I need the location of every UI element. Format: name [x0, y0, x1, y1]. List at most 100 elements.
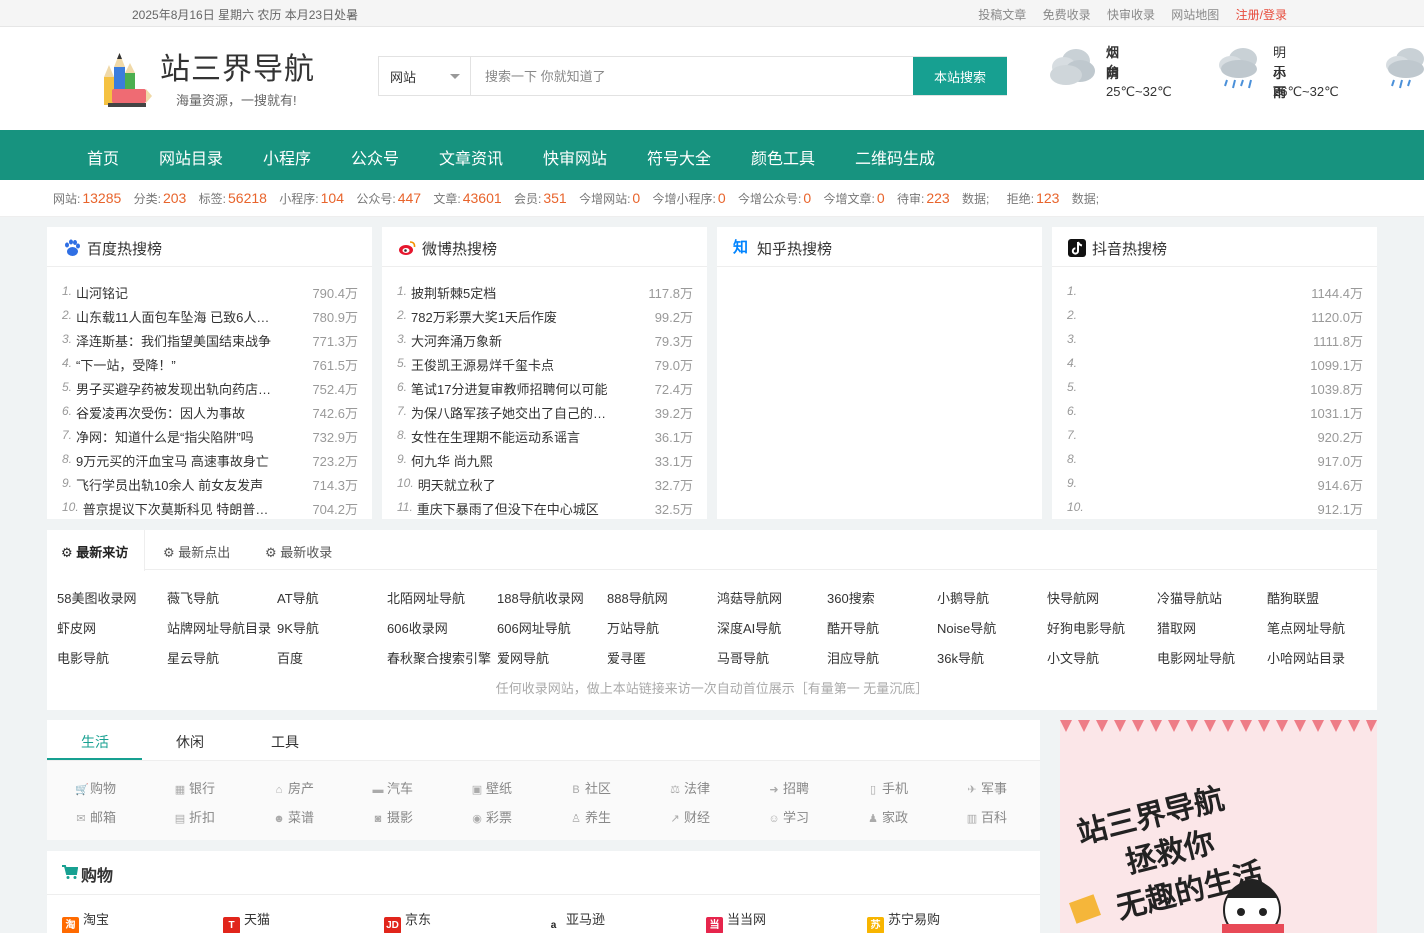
site-link[interactable]: 笔点网址导航 — [1267, 618, 1371, 637]
site-link[interactable]: AT导航 — [277, 588, 381, 607]
hot-list-item[interactable]: 2. 782万彩票大奖1天后作废 99.2万 — [397, 307, 693, 331]
tab-tools[interactable]: 工具 — [271, 732, 299, 752]
nav-qrcode[interactable]: 二维码生成 — [855, 145, 935, 169]
hot-list-item[interactable]: 1. 披荆斩棘5定档 117.8万 — [397, 283, 693, 307]
subcategory-6[interactable]: ⚖ 法律 — [669, 778, 710, 797]
link-sitemap[interactable]: 网站地图 — [1171, 8, 1219, 22]
search-type-select[interactable]: 网站 — [379, 57, 471, 95]
subcategory-2[interactable]: ⌂ 房产 — [273, 778, 314, 797]
site-link[interactable]: 春秋聚合搜索引擎 — [387, 648, 491, 667]
hot-list-item[interactable]: 7. 920.2万 — [1067, 427, 1363, 451]
hot-list-item[interactable]: 2. 1120.0万 — [1067, 307, 1363, 331]
nav-home[interactable]: 首页 — [87, 145, 119, 169]
site-link[interactable]: 万站导航 — [607, 618, 711, 637]
site-link[interactable]: 小哈网站目录 — [1267, 648, 1371, 667]
site-link[interactable]: 虾皮网 — [57, 618, 161, 637]
site-link[interactable]: 爱网导航 — [497, 648, 601, 667]
site-link[interactable]: 606收录网 — [387, 618, 491, 637]
site-link[interactable]: 爱寻匿 — [607, 648, 711, 667]
hot-list-item[interactable]: 5. 男子买避孕药被发现出轨向药店索赔 752.4万 — [62, 379, 358, 403]
nav-color-tools[interactable]: 颜色工具 — [751, 145, 815, 169]
hot-list-item[interactable]: 9. 何九华 尚九熙 33.1万 — [397, 451, 693, 475]
site-link[interactable]: 深度AI导航 — [717, 618, 821, 637]
hot-list-item[interactable]: 4. 1099.1万 — [1067, 355, 1363, 379]
site-link[interactable]: 606网址导航 — [497, 618, 601, 637]
subcategory-9[interactable]: ✈ 军事 — [966, 778, 1007, 797]
site-link[interactable]: 猎取网 — [1157, 618, 1261, 637]
hot-list-item[interactable]: 5. 1039.8万 — [1067, 379, 1363, 403]
hot-list-item[interactable]: 3. 1111.8万 — [1067, 331, 1363, 355]
hot-list-item[interactable]: 3. 大河奔涌万象新 79.3万 — [397, 331, 693, 355]
site-link[interactable]: 好狗电影导航 — [1047, 618, 1151, 637]
hot-list-item[interactable]: 7. 净网：知道什么是“指尖陷阱”吗 732.9万 — [62, 427, 358, 451]
site-link[interactable]: 36k导航 — [937, 648, 1041, 667]
subcategory-4[interactable]: ◉ 彩票 — [471, 807, 512, 826]
subcategory-2[interactable]: ☻ 菜谱 — [273, 807, 314, 826]
shop-link[interactable]: a 亚马逊 — [545, 909, 605, 933]
site-link[interactable]: 360搜索 — [827, 588, 931, 607]
hot-list-item[interactable]: 10. 明天就立秋了 32.7万 — [397, 475, 693, 499]
hot-list-item[interactable]: 2. 山东载11人面包车坠海 已致6人死亡 780.9万 — [62, 307, 358, 331]
site-link[interactable]: 站牌网址导航目录 — [167, 618, 271, 637]
pencil-logo-icon[interactable] — [102, 47, 154, 109]
shop-link[interactable]: 淘淘宝 — [62, 909, 109, 933]
hot-list-item[interactable]: 9. 飞行学员出轨10余人 前女友发声 714.3万 — [62, 475, 358, 499]
site-link[interactable]: 电影导航 — [57, 648, 161, 667]
shop-link[interactable]: T 天猫 — [223, 909, 270, 933]
nav-official-accounts[interactable]: 公众号 — [351, 145, 399, 169]
site-link[interactable]: 北陌网址导航 — [387, 588, 491, 607]
search-button[interactable]: 本站搜索 — [913, 57, 1007, 95]
tab-latest-visits[interactable]: ⚙ 最新来访 — [47, 530, 146, 571]
hot-list-item[interactable]: 10. 普京提议下次莫斯科见 特朗普回应 704.2万 — [62, 499, 358, 523]
site-link[interactable]: 9K导航 — [277, 618, 381, 637]
site-link[interactable]: Noise导航 — [937, 618, 1041, 637]
link-register-login[interactable]: 注册/登录 — [1236, 8, 1287, 22]
link-submit-article[interactable]: 投稿文章 — [978, 8, 1026, 22]
subcategory-7[interactable]: ☺ 学习 — [768, 807, 809, 826]
site-link[interactable]: 泪应导航 — [827, 648, 931, 667]
nav-site-directory[interactable]: 网站目录 — [159, 145, 223, 169]
subcategory-1[interactable]: ▦ 银行 — [174, 778, 215, 797]
tab-latest-listed[interactable]: ⚙ 最新收录 — [265, 530, 332, 570]
site-title[interactable]: 站三界导航 — [160, 44, 315, 88]
subcategory-8[interactable]: ▯ 手机 — [867, 778, 908, 797]
site-link[interactable]: 酷开导航 — [827, 618, 931, 637]
shop-link[interactable]: 当当当网 — [706, 909, 766, 933]
hot-list-item[interactable]: 7. 为保八路军孩子她交出了自己的孩子 39.2万 — [397, 403, 693, 427]
hot-list-item[interactable]: 1. 1144.4万 — [1067, 283, 1363, 307]
site-link[interactable]: 马哥导航 — [717, 648, 821, 667]
nav-mini-programs[interactable]: 小程序 — [263, 145, 311, 169]
site-link[interactable]: 58美图收录网 — [57, 588, 161, 607]
hot-list-item[interactable]: 1. 山河铭记 790.4万 — [62, 283, 358, 307]
nav-symbols[interactable]: 符号大全 — [647, 145, 711, 169]
subcategory-5[interactable]: ♙ 养生 — [570, 807, 611, 826]
site-link[interactable]: 薇飞导航 — [167, 588, 271, 607]
site-link[interactable]: 快导航网 — [1047, 588, 1151, 607]
shop-link[interactable]: JD 京东 — [384, 909, 431, 933]
hot-list-item[interactable]: 3. 泽连斯基：我们指望美国结束战争 771.3万 — [62, 331, 358, 355]
hot-list-item[interactable]: 6. 笔试17分进复审教师招聘何以可能 72.4万 — [397, 379, 693, 403]
site-link[interactable]: 电影网址导航 — [1157, 648, 1261, 667]
hot-list-item[interactable]: 8. 9万元买的汗血宝马 高速事故身亡 723.2万 — [62, 451, 358, 475]
hot-list-item[interactable]: 8. 女性在生理期不能运动系谣言 36.1万 — [397, 427, 693, 451]
hot-list-item[interactable]: 6. 谷爱凌再次受伤：因人为事故 742.6万 — [62, 403, 358, 427]
subcategory-3[interactable]: ◙ 摄影 — [372, 807, 413, 826]
hot-list-item[interactable]: 9. 914.6万 — [1067, 475, 1363, 499]
subcategory-7[interactable]: ➜ 招聘 — [768, 778, 809, 797]
subcategory-4[interactable]: ▣ 壁纸 — [471, 778, 512, 797]
shop-link[interactable]: 苏苏宁易购 — [867, 909, 940, 933]
site-link[interactable]: 星云导航 — [167, 648, 271, 667]
link-fast-review[interactable]: 快审收录 — [1107, 8, 1155, 22]
hot-list-item[interactable]: 11. 重庆下暴雨了但没下在中心城区 32.5万 — [397, 499, 693, 523]
subcategory-6[interactable]: ↗ 财经 — [669, 807, 710, 826]
nav-articles[interactable]: 文章资讯 — [439, 145, 503, 169]
site-link[interactable]: 188导航收录网 — [497, 588, 601, 607]
ad-banner[interactable]: 站三界导航 拯救你 无趣的生活 — [1060, 720, 1377, 933]
nav-fast-review[interactable]: 快审网站 — [543, 145, 607, 169]
subcategory-0[interactable]: ✉ 邮箱 — [75, 807, 116, 826]
tab-leisure[interactable]: 休闲 — [176, 732, 204, 752]
hot-list-item[interactable]: 5. 王俊凯王源易烊千玺卡点 79.0万 — [397, 355, 693, 379]
site-link[interactable]: 888导航网 — [607, 588, 711, 607]
site-link[interactable]: 冷猫导航站 — [1157, 588, 1261, 607]
subcategory-8[interactable]: ♟ 家政 — [867, 807, 908, 826]
